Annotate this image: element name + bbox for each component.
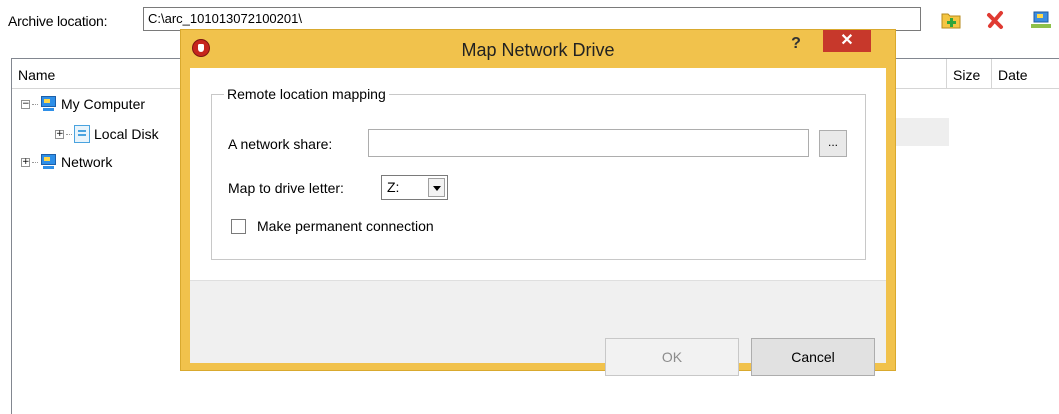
tree-item-my-computer[interactable]: − My Computer bbox=[21, 94, 145, 114]
network-share-label: A network share: bbox=[228, 136, 333, 152]
collapse-icon[interactable]: − bbox=[21, 99, 30, 109]
row-highlight bbox=[895, 118, 949, 146]
computer-icon bbox=[40, 96, 58, 112]
expand-icon[interactable]: + bbox=[55, 129, 64, 139]
map-network-drive-dialog: Map Network Drive ? ✕ Remote location ma… bbox=[180, 29, 896, 376]
delete-icon[interactable] bbox=[985, 9, 1007, 31]
archive-location-input[interactable]: C:\arc_101013072100201\ bbox=[143, 7, 921, 31]
tree-item-label: My Computer bbox=[61, 96, 146, 112]
tree-item-label: Local Disk bbox=[94, 126, 159, 142]
disk-icon bbox=[74, 125, 90, 143]
cancel-button[interactable]: Cancel bbox=[751, 338, 875, 376]
dialog-content: Remote location mapping A network share:… bbox=[190, 68, 886, 376]
chevron-down-icon[interactable] bbox=[428, 178, 445, 197]
drive-letter-value: Z: bbox=[387, 179, 400, 195]
archive-location-label: Archive location: bbox=[8, 13, 108, 29]
group-label: Remote location mapping bbox=[224, 86, 389, 102]
close-button[interactable]: ✕ bbox=[823, 30, 871, 52]
dialog-titlebar[interactable]: Map Network Drive ? ✕ bbox=[181, 30, 895, 68]
network-share-input[interactable] bbox=[368, 129, 809, 157]
column-header-date[interactable]: Date bbox=[992, 59, 1059, 89]
tree-item-local-disk[interactable]: + Local Disk bbox=[55, 124, 159, 144]
remote-location-group bbox=[211, 94, 866, 260]
column-header-size[interactable]: Size bbox=[947, 59, 992, 89]
help-button[interactable]: ? bbox=[785, 35, 807, 57]
add-folder-icon[interactable] bbox=[940, 9, 962, 31]
permanent-connection-checkbox[interactable] bbox=[231, 219, 246, 234]
network-icon bbox=[40, 154, 58, 170]
browse-button[interactable]: ... bbox=[819, 130, 847, 157]
drive-letter-select[interactable]: Z: bbox=[381, 175, 448, 200]
drive-letter-label: Map to drive letter: bbox=[228, 180, 344, 196]
network-icon[interactable] bbox=[1030, 9, 1052, 31]
tree-item-label: Network bbox=[61, 154, 113, 170]
permanent-connection-label[interactable]: Make permanent connection bbox=[257, 218, 434, 234]
tree-item-network[interactable]: + Network bbox=[21, 152, 112, 172]
ok-button[interactable]: OK bbox=[605, 338, 739, 376]
expand-icon[interactable]: + bbox=[21, 157, 30, 167]
